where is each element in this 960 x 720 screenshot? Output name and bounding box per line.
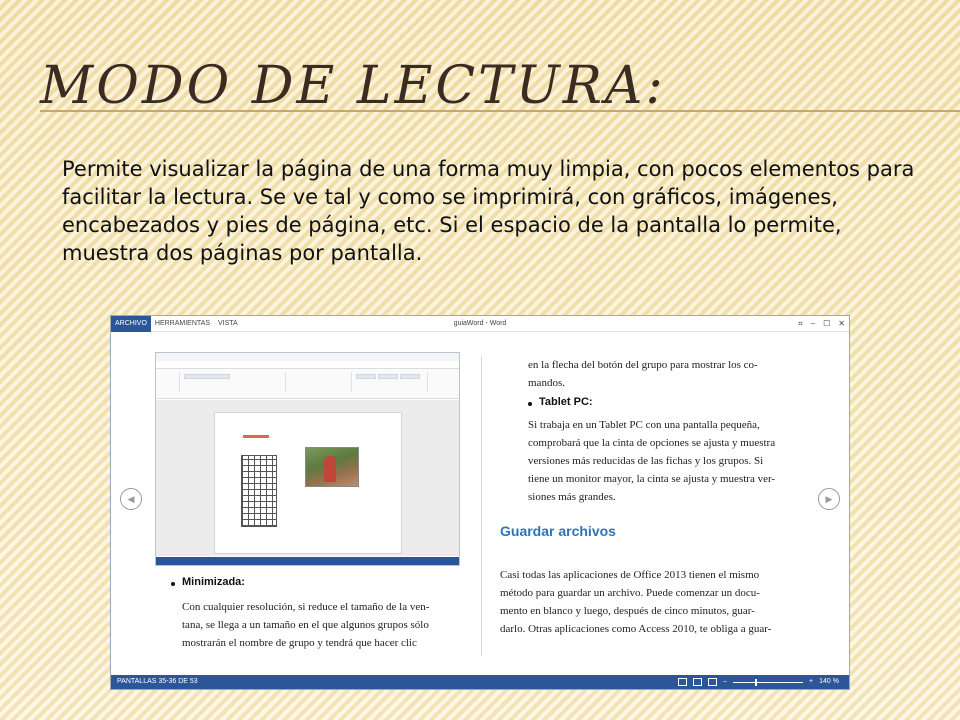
slide-body: Permite visualizar la página de una form… [62, 157, 915, 265]
web-layout-icon[interactable] [708, 678, 718, 686]
bullet-minimizada: Minimizada: [182, 576, 245, 588]
text-line: Casi todas las aplicaciones de Office 20… [500, 569, 760, 581]
text-line: versiones más reducidas de las fichas y … [528, 455, 764, 467]
text-line: Con cualquier resolución, si reduce el t… [182, 601, 430, 613]
text-line: en la flecha del botón del grupo para mo… [528, 359, 758, 371]
left-page-text: Con cualquier resolución, si reduce el t… [182, 598, 472, 652]
embedded-word-screenshot [155, 352, 460, 566]
zoom-level[interactable]: 140 % [819, 675, 839, 689]
embedded-table [241, 455, 277, 527]
zoom-slider[interactable] [733, 678, 804, 686]
right-page-bullet-text: Si trabaja en un Tablet PC con una panta… [528, 416, 828, 506]
page-divider [481, 356, 482, 656]
status-controls: – + 140 % [678, 675, 839, 689]
word-statusbar: PANTALLAS 35-36 DE 53 – + 140 % [111, 675, 849, 689]
text-line: darlo. Otras aplicaciones como Access 20… [500, 623, 772, 635]
text-line: método para guardar un archivo. Puede co… [500, 587, 760, 599]
embedded-titlebar [156, 353, 459, 361]
text-line: mandos. [528, 377, 565, 389]
zoom-out-icon[interactable]: – [723, 675, 727, 689]
window-title: guiaWord - Word [453, 320, 507, 327]
text-line: mento en blanco y luego, después de cinc… [500, 605, 755, 617]
title-rule [40, 110, 960, 112]
embedded-document-area [156, 400, 459, 556]
embedded-statusbar [156, 557, 459, 565]
word-titlebar: ARCHIVO HERRAMIENTAS VISTA guiaWord - Wo… [111, 316, 849, 332]
embedded-ribbon-tabs [156, 361, 459, 369]
text-line: tana, se llega a un tamaño en el que alg… [182, 619, 429, 631]
section-heading: Guardar archivos [500, 523, 616, 539]
chevron-left-icon[interactable]: ◀ [120, 488, 142, 510]
maximize-icon[interactable]: ☐ [823, 316, 830, 332]
embedded-page [214, 412, 402, 554]
text-line: Si trabaja en un Tablet PC con una panta… [528, 419, 760, 431]
fullscreen-icon[interactable]: ⌗ [798, 316, 803, 332]
print-layout-icon[interactable] [693, 678, 703, 686]
zoom-in-icon[interactable]: + [809, 675, 813, 689]
window-controls: ⌗ – ☐ ✕ [798, 316, 845, 332]
close-icon[interactable]: ✕ [838, 316, 845, 332]
text-line: siones más grandes. [528, 491, 616, 503]
embedded-heading [243, 435, 269, 438]
bullet-tablet-pc: Tablet PC: [539, 396, 593, 408]
text-line: mostrarán el nombre de grupo y tendrá qu… [182, 637, 417, 649]
minimize-icon[interactable]: – [811, 316, 815, 332]
read-mode-icon[interactable] [678, 678, 688, 686]
page-counter: PANTALLAS 35-36 DE 53 [117, 678, 198, 685]
embedded-photo [305, 447, 359, 487]
right-page-top-text: en la flecha del botón del grupo para mo… [528, 356, 828, 392]
right-page-section-text: Casi todas las aplicaciones de Office 20… [500, 566, 810, 638]
bullet-dot [171, 582, 175, 586]
embedded-ribbon [156, 369, 459, 399]
slide-title: Modo de lectura: [40, 56, 666, 116]
text-line: tiene un monitor mayor, la cinta se ajus… [528, 473, 776, 485]
bullet-dot [528, 402, 532, 406]
text-line: comprobará que la cinta de opciones se a… [528, 437, 776, 449]
word-window: ARCHIVO HERRAMIENTAS VISTA guiaWord - Wo… [110, 315, 850, 690]
